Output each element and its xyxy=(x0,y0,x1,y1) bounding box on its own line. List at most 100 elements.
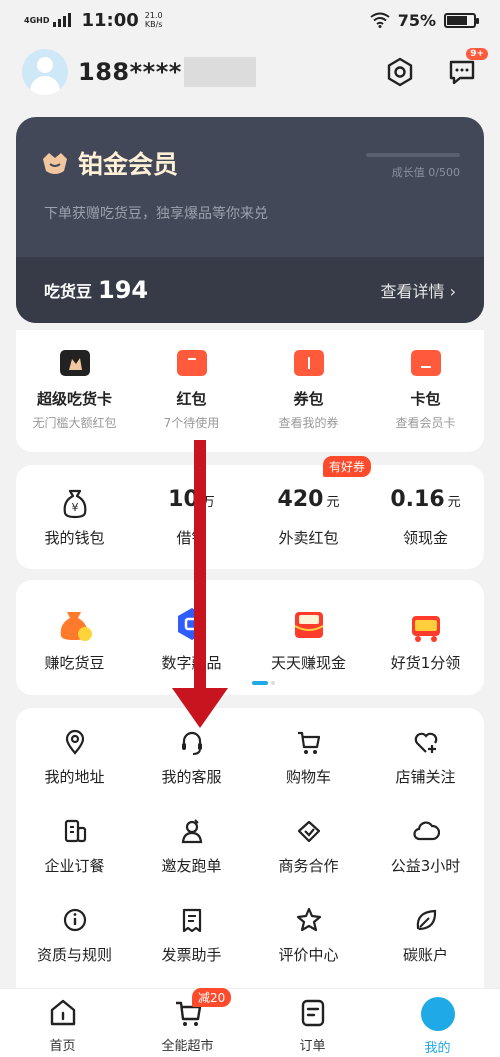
handshake-icon xyxy=(297,820,320,843)
promo-daily-cash[interactable]: 天天赚现金 xyxy=(250,580,367,695)
message-badge: 9+ xyxy=(466,48,488,60)
card-pack-item[interactable]: 卡包 查看会员卡 xyxy=(367,330,484,452)
growth-progress xyxy=(366,153,460,157)
network-indicator: 4GHD xyxy=(24,15,50,25)
beans-bar: 吃货豆 194 查看详情 › xyxy=(16,257,484,323)
heart-plus-icon xyxy=(414,732,437,753)
service-label: 店铺关注 xyxy=(395,768,456,786)
coupon-icon xyxy=(293,350,324,376)
info-icon xyxy=(63,908,86,932)
home-icon xyxy=(50,999,75,1026)
service-cart[interactable]: 购物车 xyxy=(250,728,367,817)
gift-cart-icon xyxy=(411,616,440,642)
cloud-icon xyxy=(412,821,440,841)
service-label: 商务合作 xyxy=(278,857,339,875)
profile-header: 188**** 9+ xyxy=(0,42,500,102)
order-icon xyxy=(301,999,324,1027)
service-receipt[interactable]: 发票助手 xyxy=(133,906,250,995)
status-bar: 4GHD 11:00 21.0 KB/s 75% xyxy=(0,0,500,40)
super-card-item[interactable]: 超级吃货卡 无门槛大额红包 xyxy=(16,330,133,452)
view-details-link[interactable]: 查看详情 › xyxy=(381,278,457,302)
service-cloud[interactable]: 公益3小时 xyxy=(367,817,484,906)
super-card-icon xyxy=(59,350,90,376)
cash-item[interactable]: 0.16 元 领现金 xyxy=(367,465,484,569)
service-star[interactable]: 评价中心 xyxy=(250,906,367,995)
invite-icon xyxy=(181,819,202,844)
service-label: 我的地址 xyxy=(44,768,105,786)
service-heart-plus[interactable]: 店铺关注 xyxy=(367,728,484,817)
carousel-indicator xyxy=(252,681,275,685)
service-label: 资质与规则 xyxy=(36,946,112,964)
service-building[interactable]: 企业订餐 xyxy=(16,817,133,906)
tab-mine[interactable]: 我的 xyxy=(375,989,500,1057)
headset-icon xyxy=(181,731,202,755)
cash-envelope-icon xyxy=(294,612,323,638)
tab-home[interactable]: 首页 xyxy=(0,989,125,1057)
battery-icon xyxy=(444,12,479,28)
location-icon xyxy=(65,729,84,755)
service-info[interactable]: 资质与规则 xyxy=(16,906,133,995)
message-icon xyxy=(449,60,475,85)
battery-percent: 75% xyxy=(397,10,436,30)
building-icon xyxy=(64,819,86,843)
service-location[interactable]: 我的地址 xyxy=(16,728,133,817)
wifi-icon xyxy=(370,12,390,28)
service-label: 评价中心 xyxy=(278,946,339,964)
service-label: 发票助手 xyxy=(161,946,222,964)
bean-bag-icon xyxy=(60,612,92,641)
settings-button[interactable] xyxy=(384,56,416,88)
messages-button[interactable]: 9+ xyxy=(446,48,488,88)
beans-value: 194 xyxy=(98,276,149,304)
promo-penny-goods[interactable]: 好货1分领 xyxy=(367,580,484,695)
promo-earn-beans[interactable]: 赚吃货豆 xyxy=(16,580,133,695)
hexagon-icon xyxy=(177,608,206,640)
coupon-pack-item[interactable]: 券包 查看我的券 xyxy=(250,330,367,452)
redpacket-icon xyxy=(176,350,207,376)
clock: 11:00 xyxy=(81,9,139,31)
receipt-icon xyxy=(182,908,201,933)
signal-icon xyxy=(53,13,72,27)
tab-orders[interactable]: 订单 xyxy=(250,989,375,1057)
service-headset[interactable]: 我的客服 xyxy=(133,728,250,817)
redpacket-item[interactable]: 红包 7个待使用 xyxy=(133,330,250,452)
my-wallet-item[interactable]: ¥ 我的钱包 xyxy=(16,465,133,569)
good-coupon-badge: 有好券 xyxy=(323,456,372,477)
promo-digital-collectibles[interactable]: 数字藏品 xyxy=(133,580,250,695)
growth-value: 成长值 0/500 xyxy=(391,166,460,179)
network-speed: 21.0 KB/s xyxy=(144,11,163,29)
service-handshake[interactable]: 商务合作 xyxy=(250,817,367,906)
tab-supermarket[interactable]: 减20 全能超市 xyxy=(125,988,250,1057)
service-label: 邀友跑单 xyxy=(161,857,222,875)
cart-icon xyxy=(297,731,320,754)
member-subtitle: 下单获赠吃货豆，独享爆品等你来兑 xyxy=(44,206,268,222)
finance-row: 有好券 ¥ 我的钱包 10 万 借钱 420 元 外卖红包 0.16 元 领现金 xyxy=(16,456,484,569)
phone-number[interactable]: 188**** xyxy=(78,58,182,86)
service-label: 公益3小时 xyxy=(390,857,461,875)
card-icon xyxy=(410,350,441,376)
svg-text:¥: ¥ xyxy=(71,501,78,514)
bottom-tab-bar: 首页 减20 全能超市 订单 我的 xyxy=(0,988,500,1057)
supermarket-badge: 减20 xyxy=(192,988,232,1007)
crown-icon xyxy=(43,153,67,174)
beans-label: 吃货豆 xyxy=(44,282,93,301)
leaf-icon xyxy=(416,909,436,931)
borrow-item[interactable]: 10 万 借钱 xyxy=(133,465,250,569)
takeout-redpack-item[interactable]: 420 元 外卖红包 xyxy=(250,465,367,569)
service-label: 企业订餐 xyxy=(44,857,105,875)
service-label: 碳账户 xyxy=(402,946,448,964)
service-leaf[interactable]: 碳账户 xyxy=(367,906,484,995)
star-icon xyxy=(296,907,321,932)
avatar[interactable] xyxy=(22,49,68,95)
wallet-shortcuts: 超级吃货卡 无门槛大额红包 红包 7个待使用 券包 查看我的券 卡包 查看会员卡 xyxy=(16,330,484,452)
service-label: 购物车 xyxy=(285,768,331,786)
promo-carousel: 赚吃货豆 数字藏品 天天赚现金 好货1分领 xyxy=(16,580,484,695)
service-label: 我的客服 xyxy=(161,768,222,786)
mine-icon xyxy=(420,997,455,1031)
member-level: 铂金会员 xyxy=(40,145,178,181)
masked-number xyxy=(183,57,256,87)
money-bag-icon: ¥ xyxy=(63,489,86,518)
membership-card[interactable]: 铂金会员 成长值 0/500 下单获赠吃货豆，独享爆品等你来兑 吃货豆 194 … xyxy=(16,117,484,323)
service-invite[interactable]: 邀友跑单 xyxy=(133,817,250,906)
gear-icon xyxy=(387,57,413,87)
services-grid: 我的地址 我的客服 购物车 店铺关注企业订餐 邀友跑单 商务合作 公益3小时资质与规则 发票助… xyxy=(16,708,484,988)
